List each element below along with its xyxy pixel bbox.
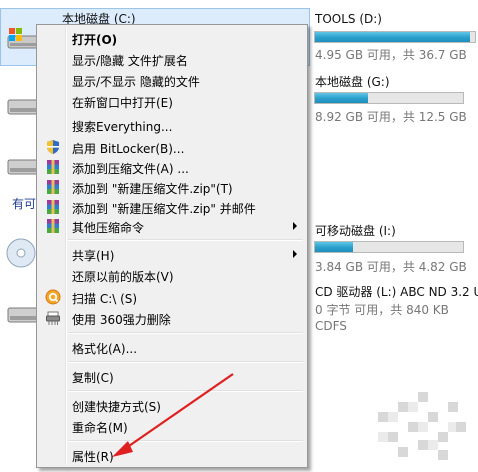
menu-separator bbox=[68, 332, 303, 334]
drive-g-space: 8.92 GB 可用，共 12.5 GB bbox=[315, 110, 467, 124]
cd-drive-icon bbox=[6, 238, 36, 268]
menu-item-label: 在新窗口中打开(E) bbox=[72, 96, 173, 110]
menu-item-bitlocker[interactable]: 启用 BitLocker(B)... bbox=[39, 137, 305, 157]
drive-d-space: 4.95 GB 可用，共 36.7 GB bbox=[315, 48, 467, 62]
winrar-archive-icon bbox=[47, 200, 59, 214]
menu-item-label: 添加到 "新建压缩文件.zip" 并邮件 bbox=[72, 202, 256, 216]
menu-item-create-shortcut[interactable]: 创建快捷方式(S) bbox=[39, 395, 305, 415]
submenu-arrow-icon bbox=[293, 250, 297, 258]
windows-drive-icon bbox=[7, 28, 39, 49]
menu-item-label: 添加到 "新建压缩文件.zip"(T) bbox=[72, 182, 233, 196]
menu-separator bbox=[68, 390, 303, 392]
winrar-archive-icon bbox=[47, 160, 59, 174]
menu-item-label: 打开(O) bbox=[72, 33, 118, 47]
menu-item-label: 显示/不显示 隐藏的文件 bbox=[72, 75, 200, 89]
context-menu: 打开(O) 显示/隐藏 文件扩展名 显示/不显示 隐藏的文件 在新窗口中打开(E… bbox=[36, 24, 308, 468]
submenu-arrow-icon bbox=[293, 222, 297, 230]
menu-item-label: 显示/隐藏 文件扩展名 bbox=[72, 54, 188, 68]
menu-item-label: 搜索Everything... bbox=[72, 120, 173, 134]
shield-icon bbox=[47, 140, 59, 154]
menu-item-share[interactable]: 共享(H) bbox=[39, 244, 305, 264]
menu-item-show-hide-hidden[interactable]: 显示/不显示 隐藏的文件 bbox=[39, 70, 305, 90]
menu-item-restore-versions[interactable]: 还原以前的版本(V) bbox=[39, 265, 305, 285]
menu-item-add-zip[interactable]: 添加到 "新建压缩文件.zip"(T) bbox=[39, 177, 305, 197]
menu-item-open-new-window[interactable]: 在新窗口中打开(E) bbox=[39, 91, 305, 111]
menu-item-360-delete[interactable]: 使用 360强力删除 bbox=[39, 308, 305, 328]
menu-item-other-compress[interactable]: 其他压缩命令 bbox=[39, 216, 305, 236]
watermark-mosaic bbox=[378, 392, 466, 460]
drive-i-name: 可移动磁盘 (I:) bbox=[315, 224, 396, 238]
drive-d-name: TOOLS (D:) bbox=[315, 12, 382, 26]
menu-item-label: 启用 BitLocker(B)... bbox=[72, 142, 185, 156]
menu-item-add-zip-mail[interactable]: 添加到 "新建压缩文件.zip" 并邮件 bbox=[39, 197, 305, 217]
menu-item-label: 格式化(A)... bbox=[72, 342, 138, 356]
antivirus-scan-icon bbox=[45, 289, 61, 305]
menu-item-label: 复制(C) bbox=[72, 371, 114, 385]
menu-item-add-archive[interactable]: 添加到压缩文件(A) ... bbox=[39, 157, 305, 177]
shredder-icon bbox=[46, 311, 60, 325]
menu-item-rename[interactable]: 重命名(M) bbox=[39, 416, 305, 436]
menu-item-scan[interactable]: 扫描 C:\ (S) bbox=[39, 287, 305, 307]
menu-item-label: 共享(H) bbox=[72, 249, 115, 263]
drive-d-usage-bar bbox=[314, 31, 476, 43]
hard-drive-icon bbox=[7, 159, 39, 175]
drive-l-filesystem: CDFS bbox=[315, 319, 347, 333]
winrar-archive-icon bbox=[47, 180, 59, 194]
section-label: 有可 bbox=[12, 197, 37, 211]
drive-i-usage-bar bbox=[314, 241, 464, 253]
drive-g-usage-bar bbox=[314, 92, 464, 104]
drive-g-name: 本地磁盘 (G:) bbox=[315, 75, 390, 89]
menu-item-format[interactable]: 格式化(A)... bbox=[39, 337, 305, 357]
menu-item-label: 其他压缩命令 bbox=[72, 221, 145, 235]
menu-item-label: 创建快捷方式(S) bbox=[72, 400, 161, 414]
drive-l-name: CD 驱动器 (L:) ABC ND 3.2 U bbox=[315, 285, 478, 299]
menu-item-label: 添加到压缩文件(A) ... bbox=[72, 162, 189, 176]
hard-drive-icon bbox=[7, 99, 39, 115]
menu-item-label: 属性(R) bbox=[72, 450, 114, 464]
menu-separator bbox=[68, 440, 303, 442]
drive-l-space: 0 字节 可用，共 840 KB bbox=[315, 303, 449, 317]
hard-drive-icon bbox=[7, 307, 39, 323]
menu-item-properties[interactable]: 属性(R) bbox=[39, 445, 305, 465]
menu-item-search-everything[interactable]: 搜索Everything... bbox=[39, 115, 305, 135]
menu-item-label: 还原以前的版本(V) bbox=[72, 270, 174, 284]
drive-i-space: 3.84 GB 可用，共 4.82 GB bbox=[315, 260, 467, 274]
menu-item-label: 重命名(M) bbox=[72, 421, 128, 435]
menu-separator bbox=[68, 239, 303, 241]
menu-item-open[interactable]: 打开(O) bbox=[39, 28, 305, 48]
menu-item-label: 扫描 C:\ (S) bbox=[72, 292, 138, 306]
menu-item-show-hide-ext[interactable]: 显示/隐藏 文件扩展名 bbox=[39, 49, 305, 69]
menu-item-label: 使用 360强力删除 bbox=[72, 313, 171, 327]
menu-separator bbox=[68, 361, 303, 363]
menu-item-copy[interactable]: 复制(C) bbox=[39, 366, 305, 386]
winrar-archive-icon bbox=[47, 219, 59, 233]
